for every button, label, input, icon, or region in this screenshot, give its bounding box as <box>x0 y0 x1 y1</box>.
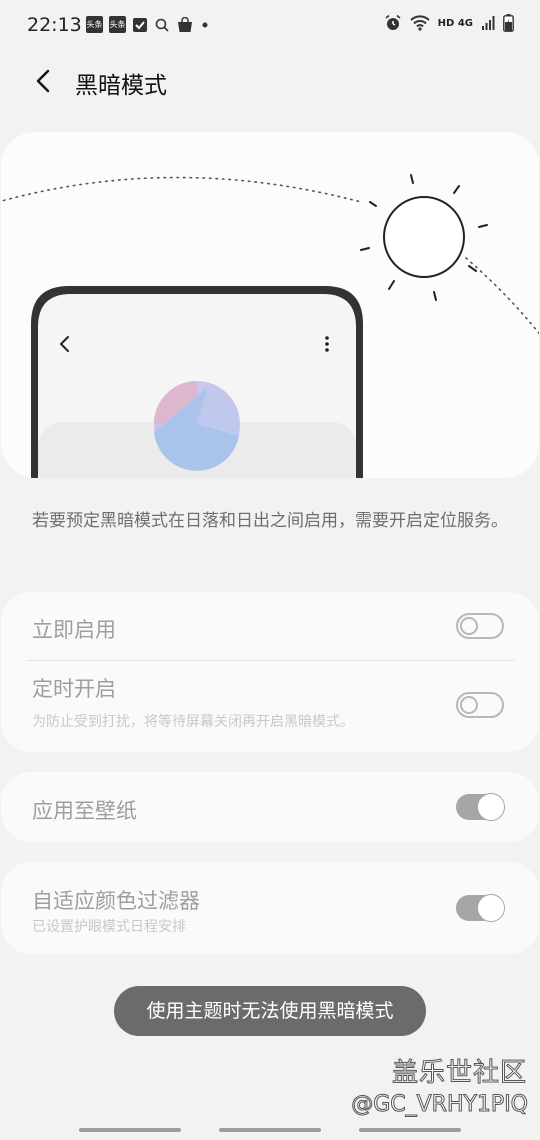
check-icon <box>133 17 147 32</box>
nav-back[interactable] <box>359 1128 461 1132</box>
scheduled-label: 定时开启 <box>32 677 116 701</box>
navigation-bar <box>0 1120 540 1140</box>
phone-and-sun-illustration <box>1 174 539 478</box>
location-description: 若要预定黑暗模式在日落和日出之间启用，需要开启定位服务。 <box>32 511 508 531</box>
sun-path-arc-right <box>465 257 539 335</box>
status-time: 22:13 <box>27 14 82 36</box>
phone-more-icon <box>325 336 329 352</box>
toutiao-icon: 头条 <box>86 16 103 33</box>
nav-home[interactable] <box>219 1128 321 1132</box>
notification-icons: 头条 头条 <box>86 16 210 33</box>
adaptive-filter-label: 自适应颜色过滤器 <box>32 889 200 913</box>
toggle-knob <box>460 696 478 714</box>
status-right-icons: HD 4G <box>384 14 514 32</box>
alarm-icon <box>385 14 401 30</box>
wifi-icon <box>409 15 430 31</box>
nav-recents[interactable] <box>79 1128 181 1132</box>
hero-illustration-card <box>1 132 539 478</box>
toggle-knob <box>477 894 505 922</box>
scheduled-subtitle: 为防止受到打扰，将等待屏幕关闭再开启黑暗模式。 <box>32 714 354 730</box>
adaptive-filter-toggle[interactable] <box>456 894 505 922</box>
toast-message: 使用主题时无法使用黑暗模式 <box>114 986 426 1036</box>
toggle-knob <box>477 793 505 821</box>
phone-avatar-pie <box>154 381 240 471</box>
adaptive-filter-subtitle: 已设置护眼模式日程安排 <box>32 919 186 935</box>
dot-icon <box>202 22 208 27</box>
bag-icon <box>178 16 192 32</box>
watermark-handle: @GC_VRHY1PIQ <box>351 1092 529 1118</box>
sun-path-arc <box>1 176 362 203</box>
apply-wallpaper-toggle[interactable] <box>456 793 505 821</box>
sun-icon <box>383 196 465 278</box>
enable-now-label: 立即启用 <box>32 618 116 642</box>
status-bar: 22:13 头条 头条 HD 4G <box>0 0 540 52</box>
toutiao-icon: 头条 <box>109 16 126 33</box>
schedule-settings-card: 立即启用 定时开启 为防止受到打扰，将等待屏幕关闭再开启黑暗模式。 <box>1 592 539 752</box>
enable-now-toggle[interactable] <box>456 613 504 639</box>
network-label: HD 4G <box>437 17 473 29</box>
watermark-community: 盖乐世社区 <box>391 1058 527 1089</box>
app-header: 黑暗模式 <box>0 52 540 112</box>
battery-icon <box>503 14 514 32</box>
page-title: 黑暗模式 <box>75 73 167 99</box>
wallpaper-card: 应用至壁纸 <box>1 772 539 842</box>
enable-now-row[interactable]: 立即启用 <box>1 592 539 660</box>
signal-icon <box>482 16 495 30</box>
search-icon <box>155 18 169 32</box>
adaptive-filter-row[interactable]: 自适应颜色过滤器 已设置护眼模式日程安排 <box>1 862 539 954</box>
back-arrow-icon[interactable] <box>30 66 60 96</box>
scheduled-toggle[interactable] <box>456 692 504 718</box>
apply-wallpaper-row[interactable]: 应用至壁纸 <box>1 772 539 842</box>
adaptive-filter-card: 自适应颜色过滤器 已设置护眼模式日程安排 <box>1 862 539 954</box>
apply-wallpaper-label: 应用至壁纸 <box>32 799 137 823</box>
toggle-knob <box>460 617 478 635</box>
scheduled-row[interactable]: 定时开启 为防止受到打扰，将等待屏幕关闭再开启黑暗模式。 <box>1 661 539 752</box>
